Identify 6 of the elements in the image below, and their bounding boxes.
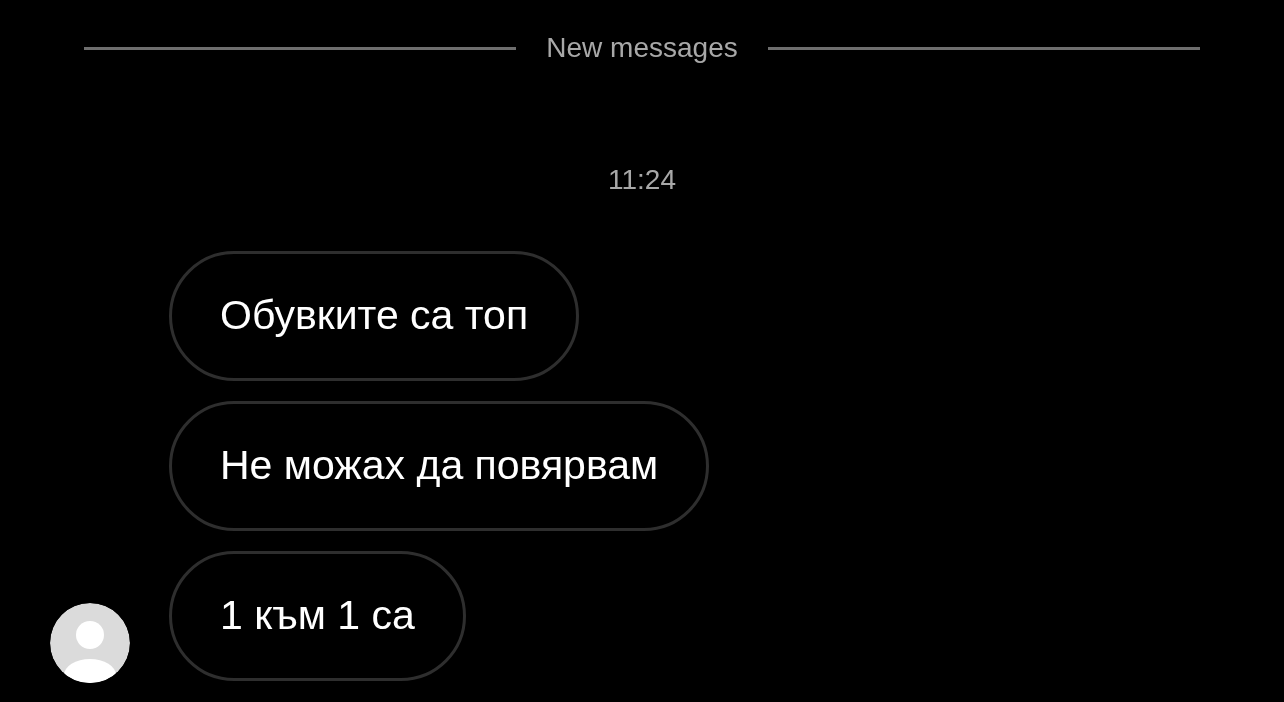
divider-label: New messages xyxy=(546,31,738,65)
message-bubble: 1 към 1 са xyxy=(169,551,466,681)
message-bubble: Не можах да повярвам xyxy=(169,401,710,531)
timestamp: 11:24 xyxy=(608,163,676,197)
avatar-icon xyxy=(50,603,130,683)
message-bubble: Обувките са топ xyxy=(169,251,580,381)
